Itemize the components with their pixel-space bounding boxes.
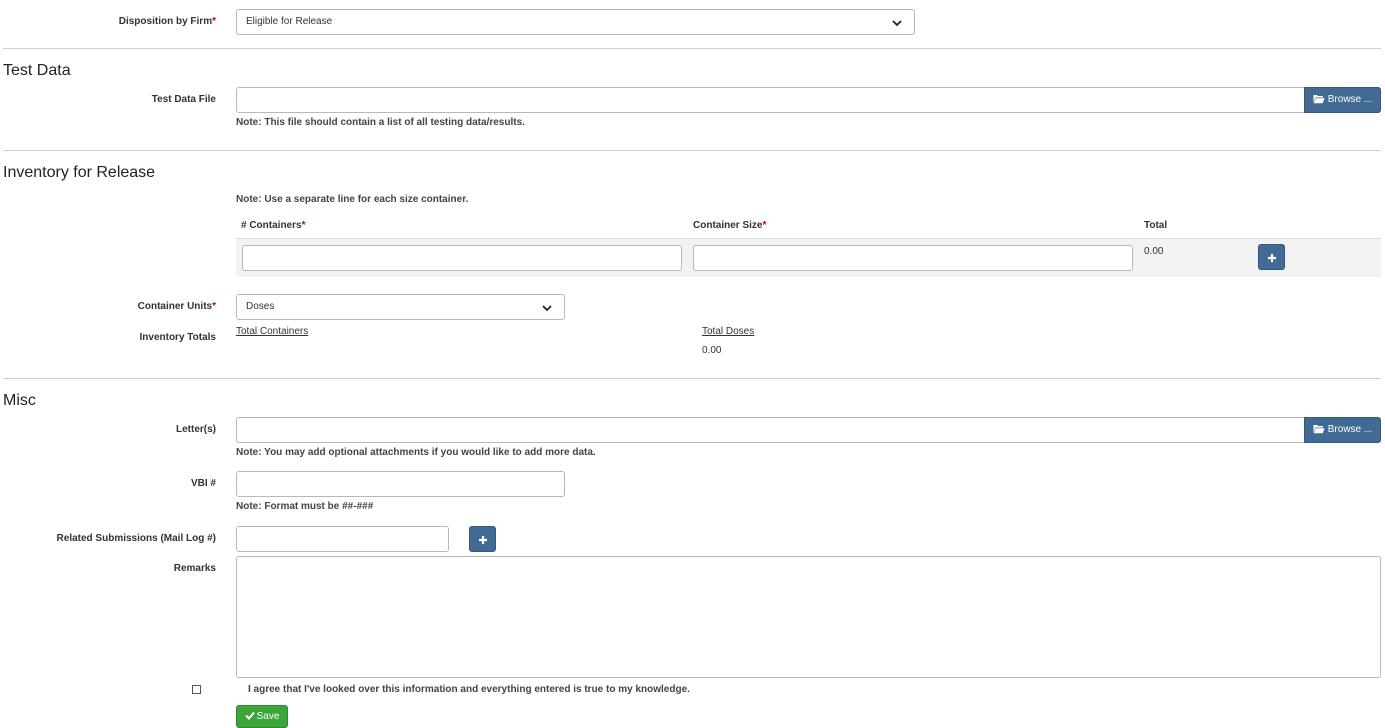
letters-note: Note: You may add optional attachments i…: [236, 447, 596, 458]
plus-icon: [1268, 254, 1276, 262]
add-inventory-row-button[interactable]: [1258, 244, 1285, 270]
test-data-browse-button[interactable]: Browse ...: [1304, 87, 1381, 113]
checkmark-icon: [244, 711, 255, 720]
agreement-checkbox[interactable]: [192, 685, 201, 694]
column-header-containers: # Containers*: [241, 220, 306, 231]
remarks-label: Remarks: [173, 563, 216, 574]
container-units-selected-value: Doses: [246, 301, 275, 312]
test-data-file-label: Test Data File: [151, 94, 216, 105]
related-submissions-input[interactable]: [236, 526, 449, 552]
save-button[interactable]: Save: [236, 705, 288, 728]
letters-file-input[interactable]: [236, 417, 1306, 443]
containers-count-input[interactable]: [242, 245, 682, 271]
total-containers-link[interactable]: Total Containers: [236, 326, 308, 337]
letters-label: Letter(s): [175, 424, 216, 435]
test-data-file-input[interactable]: [236, 87, 1306, 113]
vbi-label: VBI #: [190, 478, 216, 489]
chevron-down-icon: [542, 305, 552, 312]
inventory-totals-label: Inventory Totals: [139, 332, 217, 343]
section-title-inventory: Inventory for Release: [3, 164, 156, 181]
column-header-total: Total: [1144, 220, 1168, 231]
section-title-test-data: Test Data: [3, 62, 71, 79]
section-divider: [3, 48, 1381, 49]
section-divider: [3, 378, 1381, 379]
letters-browse-button[interactable]: Browse ...: [1304, 417, 1381, 443]
add-related-submission-button[interactable]: [469, 526, 496, 552]
plus-icon: [479, 536, 487, 544]
inventory-note: Note: Use a separate line for each size …: [236, 194, 469, 205]
disposition-label: Disposition by Firm*: [118, 16, 216, 27]
section-title-misc: Misc: [3, 392, 36, 409]
disposition-selected-value: Eligible for Release: [246, 16, 333, 27]
related-submissions-label: Related Submissions (Mail Log #): [56, 533, 216, 544]
browse-label: Browse ...: [1327, 424, 1373, 435]
container-units-label: Container Units*: [137, 301, 216, 312]
container-size-input[interactable]: [693, 245, 1133, 271]
folder-open-icon: [1313, 425, 1325, 434]
row-total-value: 0.00: [1144, 246, 1164, 257]
folder-open-icon: [1313, 95, 1325, 104]
test-data-note: Note: This file should contain a list of…: [236, 117, 525, 128]
column-header-container-size: Container Size*: [693, 220, 767, 231]
total-doses-value: 0.00: [702, 345, 722, 356]
chevron-down-icon: [892, 20, 902, 27]
browse-label: Browse ...: [1327, 94, 1373, 105]
vbi-note: Note: Format must be ##-###: [236, 501, 374, 512]
vbi-input[interactable]: [236, 471, 565, 497]
total-doses-link[interactable]: Total Doses: [702, 326, 754, 337]
remarks-textarea[interactable]: [236, 556, 1381, 678]
agreement-text: I agree that I've looked over this infor…: [248, 684, 690, 695]
disposition-select[interactable]: Eligible for Release: [236, 9, 915, 35]
section-divider: [3, 150, 1381, 151]
container-units-select[interactable]: Doses: [236, 294, 565, 320]
save-label: Save: [256, 711, 280, 722]
